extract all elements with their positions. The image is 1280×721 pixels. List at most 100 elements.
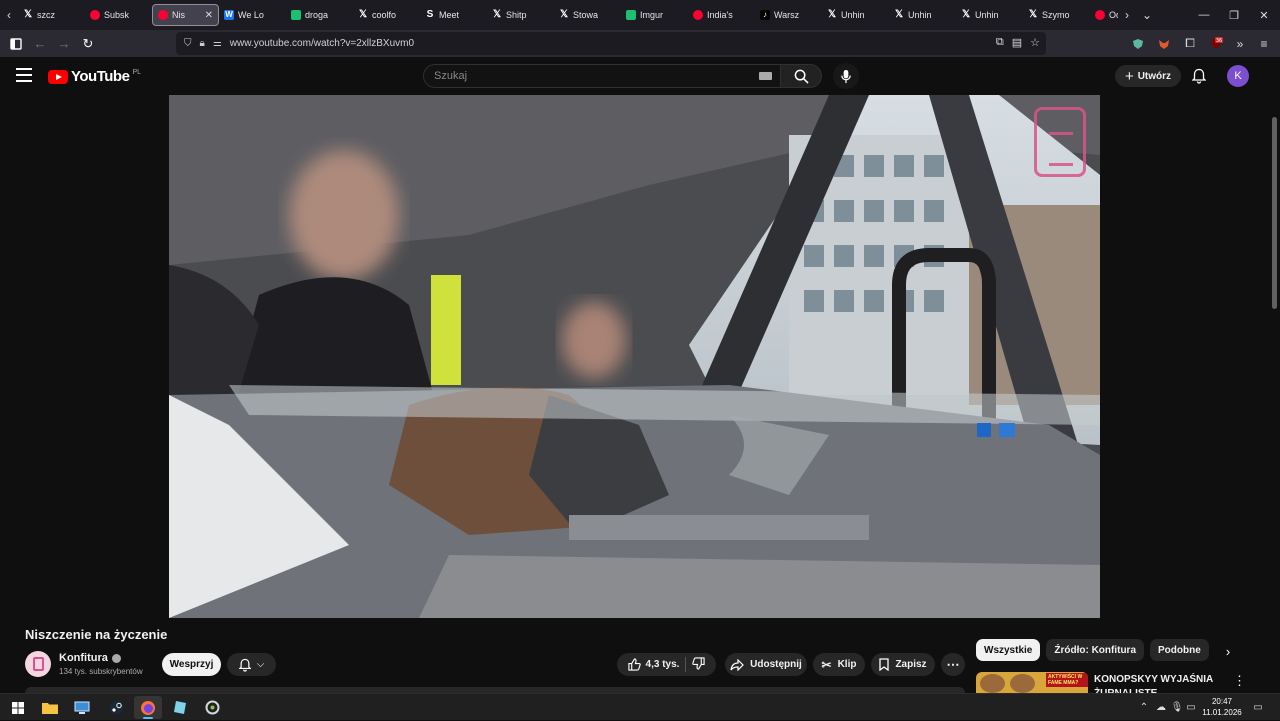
lock-icon[interactable]: 🔒︎ [200,38,205,49]
channel-name-row[interactable]: Konfitura [59,652,121,664]
guide-menu-icon[interactable] [16,68,32,82]
file-explorer-icon[interactable] [36,696,64,719]
browser-tab[interactable]: Odc.1 [1090,4,1118,26]
save-button[interactable]: Zapisz [871,653,935,676]
browser-tab[interactable]: ♪ Warsz [755,4,822,26]
browser-tab[interactable]: S Meet [420,4,487,26]
youtube-play-icon [48,69,68,84]
dislike-button[interactable] [692,656,706,673]
overflow-menu-icon[interactable]: » [1229,30,1251,57]
support-button[interactable]: Wesprzyj [162,653,221,676]
fox-extension-icon[interactable] [1153,30,1175,57]
search-button[interactable] [781,64,822,88]
share-button[interactable]: Udostępnij [725,653,807,676]
browser-tab[interactable]: 𝕏 Unhin [956,4,1023,26]
voice-search-button[interactable] [833,63,859,89]
browser-tab[interactable]: 𝕏 Unhin [822,4,889,26]
keyboard-icon[interactable] [759,72,772,80]
forward-button[interactable]: → [52,32,76,56]
notifications-bell-icon[interactable] [1190,67,1208,85]
recommendation-title[interactable]: KONOPSKYY WYJAŚNIA ŻURNALISTE [1094,673,1214,693]
bookmark-star-icon[interactable]: ☆ [1030,36,1040,49]
tab-scroll-right-button[interactable]: › [1118,0,1136,30]
network-icon[interactable]: ☁ [1154,694,1168,721]
reader-view-icon[interactable]: ▤ [1012,36,1022,49]
close-tab-icon[interactable]: ✕ [205,10,213,21]
browser-tab[interactable]: 𝕏 Stowa [554,4,621,26]
clip-button[interactable]: ✂ Klip [813,653,865,676]
tab-title: We Lo [238,10,264,20]
channel-watermark-logo[interactable] [1034,107,1086,177]
youtube-icon [693,10,703,20]
more-actions-button[interactable]: ⋯ [941,653,965,676]
tab-title: coolfo [372,10,397,20]
browser-tab[interactable]: 𝕏szcz [18,4,85,26]
notification-settings-button[interactable]: ⌵ [227,653,276,676]
browser-tab[interactable]: droga [286,4,353,26]
volume-icon[interactable]: ▭ [1184,694,1198,721]
channel-name[interactable]: Konfitura [59,652,108,664]
extensions-puzzle-icon[interactable]: ⧠ [1179,30,1201,57]
search-box[interactable] [423,64,781,88]
reload-button[interactable]: ↻ [76,32,100,56]
share-arrow-icon [730,658,745,671]
remote-desktop-icon[interactable] [68,696,96,719]
recommendation-thumbnail[interactable]: AKTYWIŚCI W FAME MMA? [976,672,1088,693]
search-input[interactable] [434,70,734,82]
browser-tab[interactable]: Subsk [85,4,152,26]
browser-tab-active[interactable]: Nis ✕ [152,4,219,26]
scissors-icon: ✂ [821,657,832,672]
picture-in-picture-icon[interactable]: ⧉ [996,36,1004,49]
filter-chip[interactable]: Podobne [1150,639,1209,661]
notes-app-icon[interactable] [166,696,194,719]
green-icon [626,10,636,20]
youtube-logo[interactable]: YouTube PL [48,68,141,85]
close-window-button[interactable]: ✕ [1246,0,1280,30]
scrollbar-thumb[interactable] [1272,117,1277,309]
recommendation-menu-icon[interactable]: ⋮ [1233,673,1246,689]
x-icon: 𝕏 [23,9,33,20]
browser-tab[interactable]: Imgur [621,4,688,26]
tab-scroll-left-button[interactable]: ‹ [0,0,18,30]
clock-time: 20:47 [1211,697,1233,706]
channel-avatar[interactable] [25,651,51,677]
chips-next-button[interactable]: › [1219,642,1237,660]
filter-chip[interactable]: Wszystkie [976,639,1041,661]
url-bar[interactable]: ⛉ 🔒︎ ⚌ www.youtube.com/watch?v=2xllzBXuv… [176,32,1046,55]
permissions-icon[interactable]: ⚌ [213,38,222,49]
browser-tab[interactable]: 𝕏 Shitp [487,4,554,26]
browser-tab[interactable]: 𝕏 Unhin [889,4,956,26]
start-windows-icon[interactable] [4,696,32,719]
sidebar-toggle-icon[interactable] [4,32,28,56]
list-all-tabs-button[interactable]: ⌄ [1138,0,1156,30]
jar-icon [32,657,44,671]
back-button[interactable]: ← [28,32,52,56]
video-player[interactable] [169,95,1100,618]
notification-center-icon[interactable]: ▭ [1250,694,1266,721]
tab-title: India's [707,10,733,20]
steam-icon[interactable] [102,696,130,719]
app-icon: W [224,10,234,20]
shield-icon[interactable]: ⛉ [184,38,192,49]
browser-tab[interactable]: W We Lo [219,4,286,26]
microphone-tray-icon[interactable]: 🎙︎ [1170,694,1184,721]
account-avatar[interactable]: K [1227,65,1249,87]
browser-tab[interactable]: 𝕏coolfo [353,4,420,26]
app-menu-icon[interactable]: ≡ [1253,30,1275,57]
create-button[interactable]: + Utwórz [1115,65,1181,87]
like-button[interactable]: 4,3 tys. [627,658,679,671]
thumb-face [1010,674,1035,693]
page-scrollbar[interactable] [1269,57,1280,693]
chevron-down-icon: ⌵ [256,659,265,670]
url-text[interactable]: www.youtube.com/watch?v=2xllzBXuvm0 [230,38,414,49]
youtube-icon [1095,10,1105,20]
ublock-extension-icon[interactable]: 36 [1205,30,1227,57]
filter-chip[interactable]: Źródło: Konfitura [1046,639,1145,661]
browser-tab[interactable]: India's [688,4,755,26]
firefox-icon[interactable] [134,696,162,719]
browser-tab[interactable]: 𝕏 Szymo [1023,4,1090,26]
system-clock[interactable]: 20:47 11.01.2026 [1199,696,1245,718]
tray-overflow-chevron-icon[interactable]: ⌃ [1137,694,1151,721]
vpn-extension-icon[interactable] [1127,30,1149,57]
steering-app-icon[interactable] [198,696,226,719]
